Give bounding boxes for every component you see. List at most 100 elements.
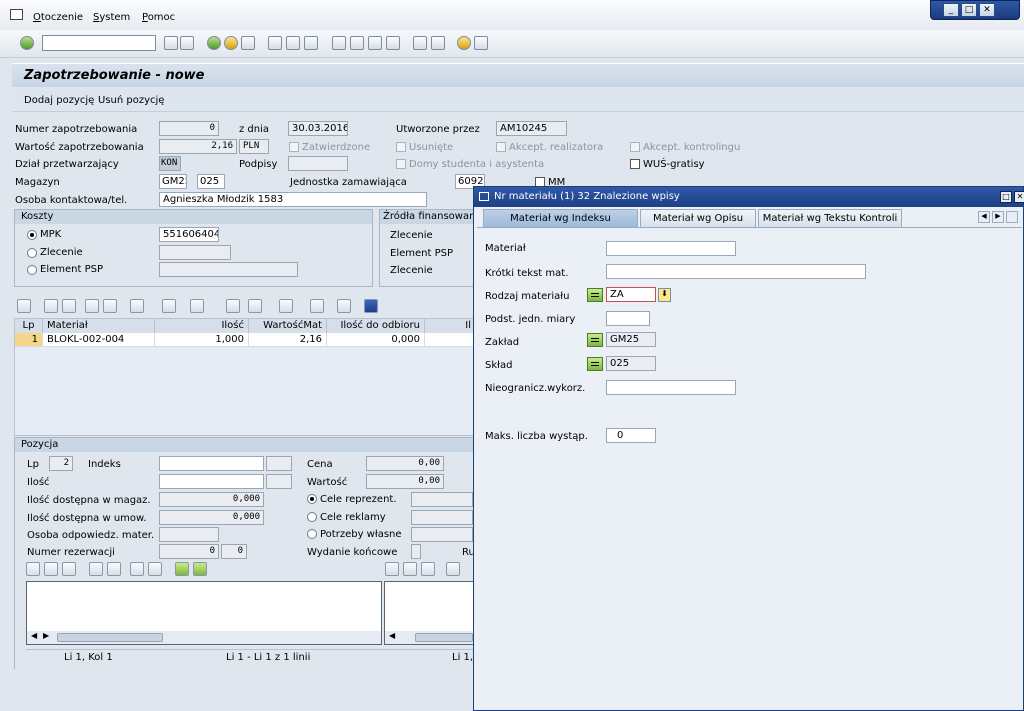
sum-icon[interactable] xyxy=(162,299,176,313)
spreadsheet-icon[interactable] xyxy=(279,299,293,313)
dialog-minimize-icon[interactable]: □ xyxy=(1000,191,1012,203)
usuniete-checkbox[interactable] xyxy=(396,142,406,152)
tab-scroll-left-icon[interactable]: ◀ xyxy=(978,211,990,223)
menu-otoczenie[interactable]: Otoczenie xyxy=(33,12,83,23)
info-icon[interactable] xyxy=(364,299,378,313)
rodzaj-multiselect-icon[interactable] xyxy=(587,288,603,302)
undo-icon-2[interactable] xyxy=(446,562,460,576)
numer-field[interactable]: 0 xyxy=(159,121,219,136)
domy-checkbox[interactable] xyxy=(396,159,406,169)
download-icon[interactable] xyxy=(193,562,207,576)
redo-icon[interactable] xyxy=(107,562,121,576)
currency-field[interactable]: PLN xyxy=(239,139,269,154)
cancel-icon[interactable] xyxy=(241,36,255,50)
find-next-icon[interactable] xyxy=(304,36,318,50)
cut-icon[interactable] xyxy=(26,562,40,576)
copy-icon[interactable] xyxy=(44,562,58,576)
remove-item-button[interactable]: Usuń pozycję xyxy=(98,95,164,106)
scrollbar-1[interactable]: ◀ ▶ xyxy=(27,631,381,644)
find-text-icon[interactable] xyxy=(130,562,144,576)
scroll-right-icon[interactable]: ▶ xyxy=(43,631,49,640)
find-next-table-icon[interactable] xyxy=(103,299,117,313)
paste-icon-2[interactable] xyxy=(421,562,435,576)
paste-icon[interactable] xyxy=(62,562,76,576)
col-odbior[interactable]: Ilość do odbioru xyxy=(327,319,425,333)
back-arrow-icon[interactable] xyxy=(164,36,178,50)
poz-dost-umow-field[interactable]: 0,000 xyxy=(159,510,264,525)
find-table-icon[interactable] xyxy=(85,299,99,313)
prev-page-icon[interactable] xyxy=(350,36,364,50)
col-material[interactable]: Materiał xyxy=(43,319,155,333)
sort-asc-icon[interactable] xyxy=(44,299,58,313)
rodzaj-f4-icon[interactable]: ⬇ xyxy=(658,288,671,302)
element-psp-radio[interactable] xyxy=(27,265,37,275)
mpk-field[interactable]: 551606404 xyxy=(159,227,219,242)
potrzeby-wlasne-field[interactable] xyxy=(411,527,473,542)
poz-cena-field[interactable]: 0,00 xyxy=(366,456,444,471)
restore-icon[interactable]: □ xyxy=(961,3,977,17)
close-icon[interactable]: ✕ xyxy=(979,3,995,17)
add-item-button[interactable]: Dodaj pozycję xyxy=(24,95,94,106)
table-row-odbior[interactable]: 0,000 xyxy=(327,333,425,347)
osoba-field[interactable]: Agnieszka Młodzik 1583 xyxy=(159,192,427,207)
scroll-thumb-2[interactable] xyxy=(415,633,473,642)
print-icon[interactable] xyxy=(268,36,282,50)
poz-indeks-field-2[interactable] xyxy=(266,456,292,471)
table-row-il[interactable] xyxy=(425,333,475,347)
poz-ilosc-field-2[interactable] xyxy=(266,474,292,489)
tab-list-icon[interactable] xyxy=(1006,211,1018,223)
copy-icon-2[interactable] xyxy=(403,562,417,576)
next-page-icon[interactable] xyxy=(368,36,382,50)
save-icon[interactable] xyxy=(180,36,194,50)
menu-pomoc[interactable]: Pomoc xyxy=(142,12,175,23)
scroll-left-icon[interactable]: ◀ xyxy=(31,631,37,640)
maks-field[interactable]: 0 xyxy=(606,428,656,443)
layout-grid-icon[interactable] xyxy=(310,299,324,313)
scrollbar-2[interactable]: ◀ xyxy=(385,631,474,644)
scroll-left-icon-2[interactable]: ◀ xyxy=(389,631,395,640)
scroll-thumb[interactable] xyxy=(57,633,163,642)
table-row-ilosc[interactable]: 1,000 xyxy=(155,333,249,347)
minimize-icon[interactable]: _ xyxy=(943,3,959,17)
nieogr-field[interactable] xyxy=(606,380,736,395)
utworzone-field[interactable]: AM10245 xyxy=(496,121,567,136)
zaklad-field[interactable]: GM25 xyxy=(606,332,656,347)
zdnia-field[interactable]: 30.03.2016 xyxy=(288,121,348,136)
graphic-icon[interactable] xyxy=(337,299,351,313)
poz-dost-magaz-field[interactable]: 0,000 xyxy=(159,492,264,507)
cele-reprezent-radio[interactable] xyxy=(307,494,317,504)
help-icon[interactable] xyxy=(457,36,471,50)
sap-menu-icon[interactable] xyxy=(10,9,23,20)
undo-icon[interactable] xyxy=(89,562,103,576)
tab-material-wg-opisu[interactable]: Materiał wg Opisu xyxy=(640,209,756,227)
tab-material-wg-tekstu[interactable]: Materiał wg Tekstu Kontroli xyxy=(758,209,902,227)
table-row-material[interactable]: BLOKL-002-004 xyxy=(43,333,155,347)
export-icon[interactable] xyxy=(248,299,262,313)
find-next-text-icon[interactable] xyxy=(148,562,162,576)
zatwierdzone-checkbox[interactable] xyxy=(289,142,299,152)
col-wartosc[interactable]: WartośćMat xyxy=(249,319,327,333)
sort-desc-icon[interactable] xyxy=(62,299,76,313)
poz-ilosc-field[interactable] xyxy=(159,474,264,489)
akcept-realizatora-checkbox[interactable] xyxy=(496,142,506,152)
col-lp[interactable]: Lp xyxy=(15,319,43,333)
wus-checkbox[interactable] xyxy=(630,159,640,169)
first-page-icon[interactable] xyxy=(332,36,346,50)
cele-reprezent-field[interactable] xyxy=(411,492,473,507)
subtotal-icon[interactable] xyxy=(190,299,204,313)
akcept-kontrolingu-checkbox[interactable] xyxy=(630,142,640,152)
poz-wydanie-field[interactable] xyxy=(411,544,421,559)
poz-numer-rez-field[interactable]: 0 xyxy=(159,544,219,559)
potrzeby-wlasne-radio[interactable] xyxy=(307,529,317,539)
poz-numer-rez-field-2[interactable]: 0 xyxy=(221,544,247,559)
zlecenie-radio[interactable] xyxy=(27,248,37,258)
cele-reklamy-field[interactable] xyxy=(411,510,473,525)
col-ilosc[interactable]: Ilość wnioskowana xyxy=(155,319,249,345)
command-field[interactable] xyxy=(42,35,156,51)
element-psp-field[interactable] xyxy=(159,262,298,277)
find-icon[interactable] xyxy=(286,36,300,50)
krotki-field[interactable] xyxy=(606,264,866,279)
magazyn-field-1[interactable]: GM25 xyxy=(159,174,187,189)
sklad-field[interactable]: 025 xyxy=(606,356,656,371)
filter-icon[interactable] xyxy=(130,299,144,313)
